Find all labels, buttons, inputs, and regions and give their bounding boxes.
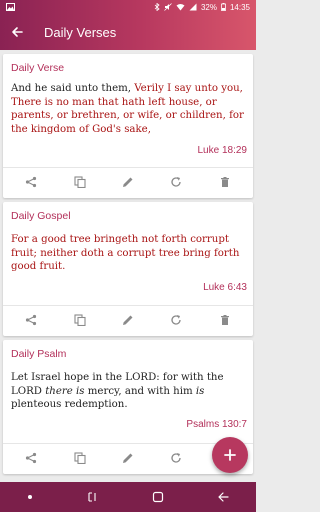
refresh-icon[interactable]	[169, 313, 183, 327]
psalm-text-part: mercy, and with him	[84, 385, 196, 397]
share-icon[interactable]	[24, 451, 38, 465]
home-icon[interactable]	[152, 491, 164, 503]
page-title: Daily Verses	[44, 24, 117, 40]
verse-text: And he said unto them, Verily I say unto…	[11, 82, 247, 136]
copy-icon[interactable]	[73, 175, 87, 189]
psalm-text-part: plenteous redemption.	[11, 399, 128, 410]
signal-icon	[189, 3, 197, 11]
battery-percentage: 32%	[200, 2, 217, 12]
share-icon[interactable]	[24, 175, 38, 189]
arrow-back-icon	[11, 26, 23, 38]
copy-icon[interactable]	[73, 451, 87, 465]
psalm-text-italic: there is	[45, 385, 85, 397]
refresh-icon[interactable]	[169, 451, 183, 465]
edit-icon[interactable]	[121, 313, 135, 327]
share-icon[interactable]	[24, 313, 38, 327]
card-title: Daily Psalm	[11, 348, 67, 360]
edit-icon[interactable]	[121, 451, 135, 465]
gospel-text: For a good tree bringeth not forth corru…	[11, 234, 240, 272]
add-button[interactable]	[212, 437, 248, 473]
recents-icon[interactable]	[86, 491, 98, 503]
delete-icon[interactable]	[218, 175, 232, 189]
mute-icon	[164, 3, 172, 11]
app-bar: Daily Verses	[0, 14, 256, 50]
copy-icon[interactable]	[73, 313, 87, 327]
psalm-reference: Psalms 130:7	[186, 419, 247, 430]
bluetooth-icon	[154, 3, 160, 11]
clock-time: 14:35	[229, 2, 250, 12]
verse-text-plain: And he said unto them,	[11, 83, 135, 94]
verse-card: Daily Verse And he said unto them, Veril…	[3, 54, 253, 198]
navigation-bar	[0, 482, 256, 512]
status-bar: 32% 14:35	[0, 0, 256, 14]
refresh-icon[interactable]	[169, 175, 183, 189]
gallery-icon	[6, 3, 15, 11]
battery-icon	[221, 3, 226, 11]
card-actions	[3, 170, 253, 194]
edit-icon[interactable]	[121, 175, 135, 189]
divider	[3, 167, 253, 168]
gospel-reference: Luke 6:43	[203, 282, 247, 293]
card-title: Daily Verse	[11, 62, 65, 74]
dot-icon[interactable]	[27, 494, 33, 500]
wifi-icon	[176, 3, 185, 11]
back-button[interactable]	[0, 14, 34, 50]
verse-reference: Luke 18:29	[197, 145, 248, 156]
card-actions	[3, 308, 253, 332]
back-nav-icon[interactable]	[217, 491, 229, 503]
card-title: Daily Gospel	[11, 210, 71, 222]
divider	[3, 305, 253, 306]
gospel-card: Daily Gospel For a good tree bringeth no…	[3, 202, 253, 336]
psalm-text: Let Israel hope in the LORD: for with th…	[11, 371, 247, 412]
psalm-text-italic: is	[195, 385, 205, 397]
delete-icon[interactable]	[218, 313, 232, 327]
plus-icon	[224, 449, 236, 461]
